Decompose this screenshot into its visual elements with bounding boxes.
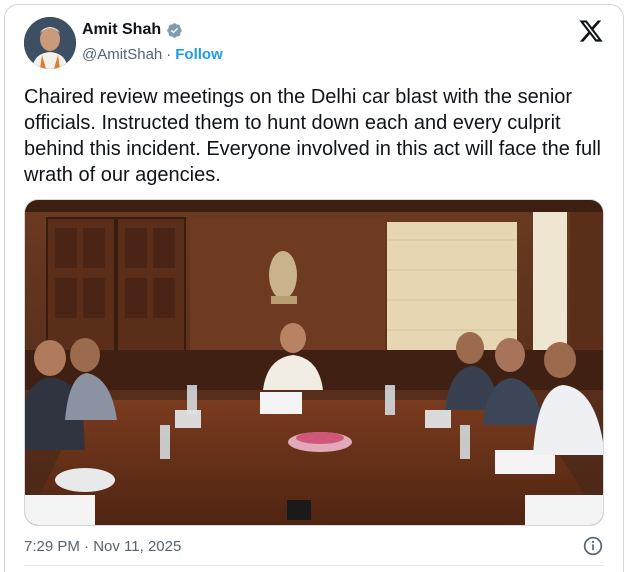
tweet-text: Chaired review meetings on the Delhi car…: [24, 86, 601, 186]
tweet-timestamp[interactable]: 7:29 PM · Nov 11, 2025: [24, 538, 181, 555]
tweet-photo[interactable]: [24, 199, 604, 526]
footer-divider: [24, 565, 604, 566]
author-handle-row: @AmitShah · Follow: [82, 46, 223, 63]
author-name-row: Amit Shah: [82, 21, 183, 39]
info-icon[interactable]: [583, 536, 603, 556]
follow-button[interactable]: Follow: [175, 46, 223, 63]
verified-badge-icon: [167, 22, 182, 38]
author-avatar[interactable]: [24, 17, 76, 69]
author-handle[interactable]: @AmitShah: [82, 46, 162, 63]
x-logo-icon[interactable]: [578, 18, 604, 44]
author-name[interactable]: Amit Shah: [82, 21, 161, 39]
separator-dot: ·: [166, 46, 172, 63]
